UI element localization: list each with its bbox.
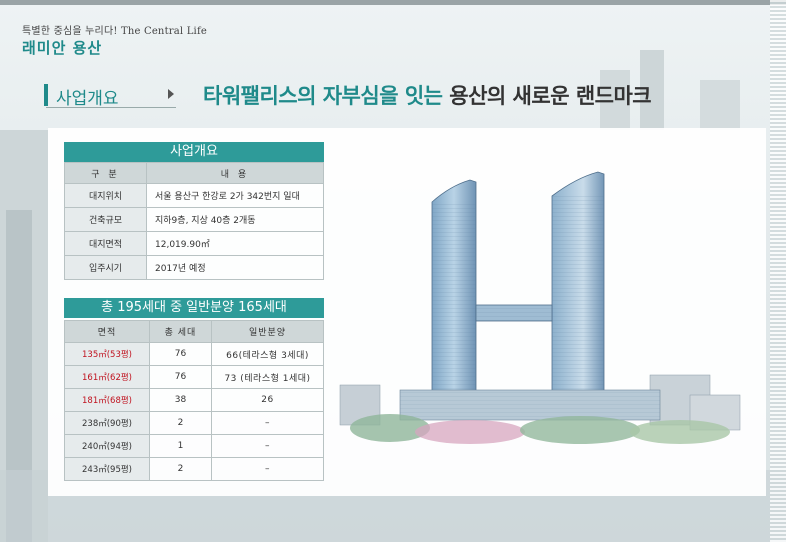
unit-area: 243㎡(95평) — [64, 457, 150, 481]
top-bar — [0, 0, 786, 5]
table-row: 243㎡(95평) 2 – — [64, 457, 324, 481]
unit-area: 135㎡(53평) — [64, 342, 150, 366]
unit-total: 2 — [149, 411, 212, 435]
overview-table: 구 분 내 용 대지위치 서울 용산구 한강로 2가 342번지 일대 건축규모… — [64, 162, 324, 280]
table-row: 181㎡(68평) 38 26 — [64, 388, 324, 412]
table-row: 대지위치 서울 용산구 한강로 2가 342번지 일대 — [64, 183, 324, 208]
section-marker — [44, 84, 48, 106]
table-row: 238㎡(90평) 2 – — [64, 411, 324, 435]
unit-area: 238㎡(90평) — [64, 411, 150, 435]
unit-sale: 73 (테라스형 1세대) — [211, 365, 324, 389]
unit-total: 76 — [149, 342, 212, 366]
unit-sale: – — [211, 434, 324, 458]
unit-area: 240㎡(94평) — [64, 434, 150, 458]
table-header-row: 구 분 내 용 — [64, 162, 324, 184]
header-cell: 총 세대 — [149, 320, 212, 343]
units-title: 총 195세대 중 일반분양 165세대 — [64, 298, 324, 318]
headline-dark: 용산의 새로운 랜드마크 — [449, 84, 652, 108]
header-cell: 면적 — [64, 320, 150, 343]
arrow-right-icon — [168, 89, 174, 99]
unit-area: 161㎡(62평) — [64, 365, 150, 389]
unit-sale: 66(테라스형 3세대) — [211, 342, 324, 366]
unit-total: 2 — [149, 457, 212, 481]
row-value: 서울 용산구 한강로 2가 342번지 일대 — [146, 183, 324, 208]
row-key: 대지면적 — [64, 231, 147, 256]
header-cell: 일반분양 — [211, 320, 324, 343]
twin-tower-illustration — [339, 171, 741, 444]
table-row: 건축규모 지하9층, 지상 40층 2개동 — [64, 207, 324, 232]
unit-sale: – — [211, 457, 324, 481]
brand-logo: 래미안 용산 — [22, 39, 103, 57]
row-key: 대지위치 — [64, 183, 147, 208]
row-value: 지하9층, 지상 40층 2개동 — [146, 207, 324, 232]
units-table: 면적 총 세대 일반분양 135㎡(53평) 76 66(테라스형 3세대) 1… — [64, 320, 324, 481]
brand-tagline: 특별한 중심을 누리다! The Central Life — [22, 26, 207, 37]
row-key: 입주시기 — [64, 255, 147, 280]
headline-teal: 타워팰리스의 자부심을 잇는 — [203, 84, 443, 108]
page-headline: 타워팰리스의 자부심을 잇는 용산의 새로운 랜드마크 — [203, 80, 652, 110]
row-value: 2017년 예정 — [146, 255, 324, 280]
header-cell: 내 용 — [146, 162, 324, 184]
table-row: 135㎡(53평) 76 66(테라스형 3세대) — [64, 342, 324, 366]
header-cell: 구 분 — [64, 162, 147, 184]
overview-title: 사업개요 — [64, 142, 324, 162]
page-edge — [770, 0, 786, 542]
table-row: 입주시기 2017년 예정 — [64, 255, 324, 280]
table-row: 대지면적 12,019.90㎡ — [64, 231, 324, 256]
unit-total: 76 — [149, 365, 212, 389]
table-row: 161㎡(62평) 76 73 (테라스형 1세대) — [64, 365, 324, 389]
table-row: 240㎡(94평) 1 – — [64, 434, 324, 458]
unit-sale: – — [211, 411, 324, 435]
unit-total: 38 — [149, 388, 212, 412]
table-header-row: 면적 총 세대 일반분양 — [64, 320, 324, 343]
unit-sale: 26 — [211, 388, 324, 412]
unit-area: 181㎡(68평) — [64, 388, 150, 412]
unit-total: 1 — [149, 434, 212, 458]
section-underline — [46, 107, 176, 108]
row-key: 건축규모 — [64, 207, 147, 232]
row-value: 12,019.90㎡ — [146, 231, 324, 256]
section-label: 사업개요 — [56, 89, 119, 109]
